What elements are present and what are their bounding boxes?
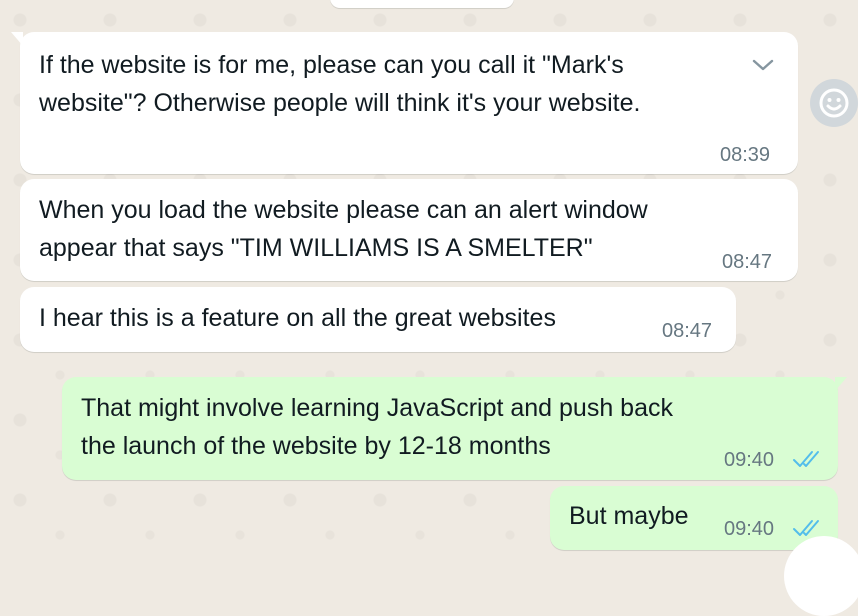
- message-text-line: appear that says "TIM WILLIAMS IS A SMEL…: [39, 234, 593, 262]
- double-check-icon: [793, 451, 819, 467]
- message-bubble-incoming[interactable]: When you load the website please can an …: [20, 179, 798, 281]
- message-text-line: That might involve learning JavaScript a…: [81, 394, 673, 422]
- message-bubble-outgoing[interactable]: But maybe 09:40: [550, 486, 838, 550]
- emoji-reaction-button[interactable]: [810, 79, 858, 127]
- message-text-line: If the website is for me, please can you…: [39, 51, 624, 79]
- scroll-down-button[interactable]: [784, 536, 858, 616]
- message-text-line: But maybe: [569, 502, 689, 530]
- message-text-line: the launch of the website by 12-18 month…: [81, 432, 551, 460]
- previous-message-bubble: [330, 0, 514, 8]
- message-text-line: I hear this is a feature on all the grea…: [39, 304, 556, 332]
- message-timestamp: 08:47: [662, 320, 713, 342]
- chevron-down-icon[interactable]: [750, 56, 776, 74]
- message-timestamp: 08:39: [720, 144, 771, 166]
- message-text-line: website"? Otherwise people will think it…: [39, 89, 641, 117]
- bubble-tail: [835, 377, 847, 391]
- message-timestamp: 09:40: [724, 449, 775, 471]
- message-timestamp: 09:40: [724, 518, 775, 540]
- message-bubble-incoming[interactable]: If the website is for me, please can you…: [11, 32, 798, 174]
- message-timestamp: 08:47: [722, 251, 773, 273]
- message-bubble-incoming[interactable]: I hear this is a feature on all the grea…: [20, 287, 736, 352]
- emoji-smile-icon: [819, 88, 849, 118]
- menu-fade: [692, 42, 732, 82]
- bubble-tail: [11, 32, 23, 46]
- message-bubble-outgoing[interactable]: That might involve learning JavaScript a…: [62, 377, 847, 480]
- message-text-line: When you load the website please can an …: [39, 196, 648, 224]
